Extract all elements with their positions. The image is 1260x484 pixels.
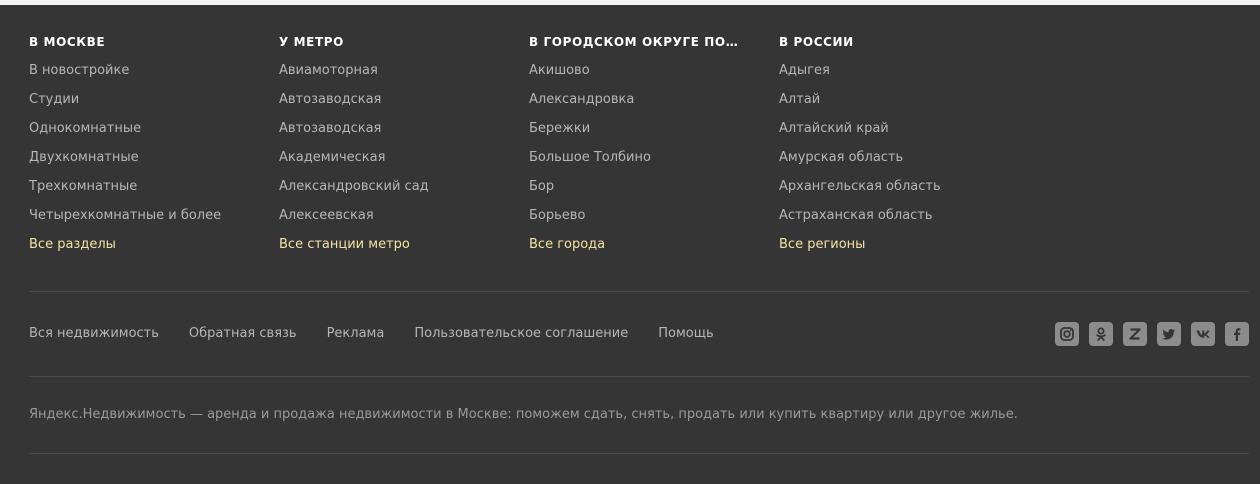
column-links: Авиамоторная Автозаводская Автозаводская… [279,63,529,266]
footer-link[interactable]: Студии [29,92,79,107]
help-link[interactable]: Помощь [658,325,713,343]
divider [29,291,1249,292]
all-sections-link[interactable]: Все разделы [29,237,116,252]
footer-link[interactable]: Алтай [779,92,820,107]
footer-link[interactable]: В новостройке [29,63,129,78]
column-metro: У МЕТРО Авиамоторная Автозаводская Автоз… [279,34,529,266]
twitter-icon[interactable] [1157,322,1181,346]
footer-link[interactable]: Академическая [279,150,385,165]
top-strip [0,0,1260,5]
footer-link[interactable]: Автозаводская [279,92,381,107]
column-title: В РОССИИ [779,35,854,49]
facebook-icon[interactable] [1225,322,1249,346]
footer-link[interactable]: Архангельская область [779,179,941,194]
footer-link[interactable]: Однокомнатные [29,121,141,136]
column-moscow: В МОСКВЕ В новостройке Студии Однокомнат… [29,34,279,266]
footer-columns: В МОСКВЕ В новостройке Студии Однокомнат… [29,34,1029,266]
footer-link[interactable]: Бережки [529,121,590,136]
all-cities-link[interactable]: Все города [529,237,605,252]
yandex-zen-icon[interactable] [1123,322,1147,346]
all-regions-link[interactable]: Все регионы [779,237,865,252]
footer-link[interactable]: Борьево [529,208,585,223]
footer-link[interactable]: Четырехкомнатные и более [29,208,221,223]
column-title: У МЕТРО [279,35,344,49]
advertising-link[interactable]: Реклама [327,325,385,343]
footer-link[interactable]: Трехкомнатные [29,179,137,194]
footer-link[interactable]: Акишово [529,63,590,78]
bottom-nav: Вся недвижимость Обратная связь Реклама … [29,325,714,343]
user-agreement-link[interactable]: Пользовательское соглашение [414,325,628,343]
feedback-link[interactable]: Обратная связь [189,325,297,343]
footer-link[interactable]: Автозаводская [279,121,381,136]
footer-link[interactable]: Алексеевская [279,208,374,223]
column-links: В новостройке Студии Однокомнатные Двухк… [29,63,279,266]
footer-link[interactable]: Адыгея [779,63,830,78]
all-metro-link[interactable]: Все станции метро [279,237,410,252]
footer-link[interactable]: Алтайский край [779,121,889,136]
site-tagline: Яндекс.Недвижимость — аренда и продажа н… [29,407,1018,422]
footer-link[interactable]: Астраханская область [779,208,933,223]
column-links: Адыгея Алтай Алтайский край Амурская обл… [779,63,1029,266]
column-title: В ГОРОДСКОМ ОКРУГЕ ПОДОЛ... [529,35,744,49]
instagram-icon[interactable] [1055,322,1079,346]
vk-icon[interactable] [1191,322,1215,346]
footer-link[interactable]: Амурская область [779,150,903,165]
footer-link[interactable]: Авиамоторная [279,63,378,78]
column-title: В МОСКВЕ [29,35,106,49]
social-links [1055,322,1249,346]
divider [29,453,1249,454]
odnoklassniki-icon[interactable] [1089,322,1113,346]
column-links: Акишово Александровка Бережки Большое То… [529,63,779,266]
footer-link[interactable]: Большое Толбино [529,150,651,165]
column-podolsk: В ГОРОДСКОМ ОКРУГЕ ПОДОЛ... Акишово Алек… [529,34,779,266]
footer-link[interactable]: Александровка [529,92,634,107]
footer-link[interactable]: Двухкомнатные [29,150,139,165]
footer-link[interactable]: Бор [529,179,554,194]
footer-link[interactable]: Александровский сад [279,179,429,194]
all-realty-link[interactable]: Вся недвижимость [29,325,159,343]
divider [29,376,1249,377]
column-russia: В РОССИИ Адыгея Алтай Алтайский край Аму… [779,34,1029,266]
